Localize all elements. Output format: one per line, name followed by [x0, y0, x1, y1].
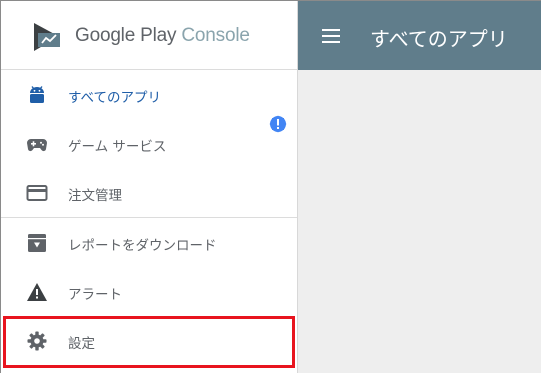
main-content-area [298, 70, 541, 373]
sidebar-item-alerts[interactable]: アラート [1, 267, 297, 316]
sidebar-item-label: すべてのアプリ [68, 90, 162, 106]
page-title: すべてのアプリ [370, 27, 508, 51]
credit-card-icon [26, 182, 48, 204]
sidebar-item-label: 注文管理 [68, 188, 122, 204]
warning-icon [26, 281, 48, 303]
sidebar-item-game-services[interactable]: ゲーム サービス [1, 119, 297, 168]
sidebar-item-label: アラート [68, 287, 122, 303]
download-box-icon [26, 232, 48, 254]
brand-name: Google Play Console [75, 25, 250, 47]
sidebar-item-label: レポートをダウンロード [68, 238, 217, 254]
brand-name-part1: Google Play [75, 25, 177, 46]
brand-name-part2: Console [181, 25, 250, 46]
brand-bar[interactable]: Google Play Console [1, 1, 297, 70]
window-frame: Google Play Console すべてのアプリ ゲーム サービス 注文管… [0, 0, 541, 373]
top-app-bar: すべてのアプリ [298, 1, 541, 70]
hamburger-menu-icon[interactable] [322, 29, 340, 43]
gamepad-icon [26, 133, 48, 155]
settings-highlight-box [3, 316, 295, 368]
alert-badge-icon [267, 113, 289, 135]
android-icon [26, 84, 48, 106]
sidebar-item-label: ゲーム サービス [68, 139, 167, 155]
sidebar-item-all-apps[interactable]: すべてのアプリ [1, 70, 297, 119]
play-console-logo-icon [31, 21, 63, 53]
sidebar-item-order-management[interactable]: 注文管理 [1, 168, 297, 217]
sidebar-item-download-reports[interactable]: レポートをダウンロード [1, 218, 297, 267]
